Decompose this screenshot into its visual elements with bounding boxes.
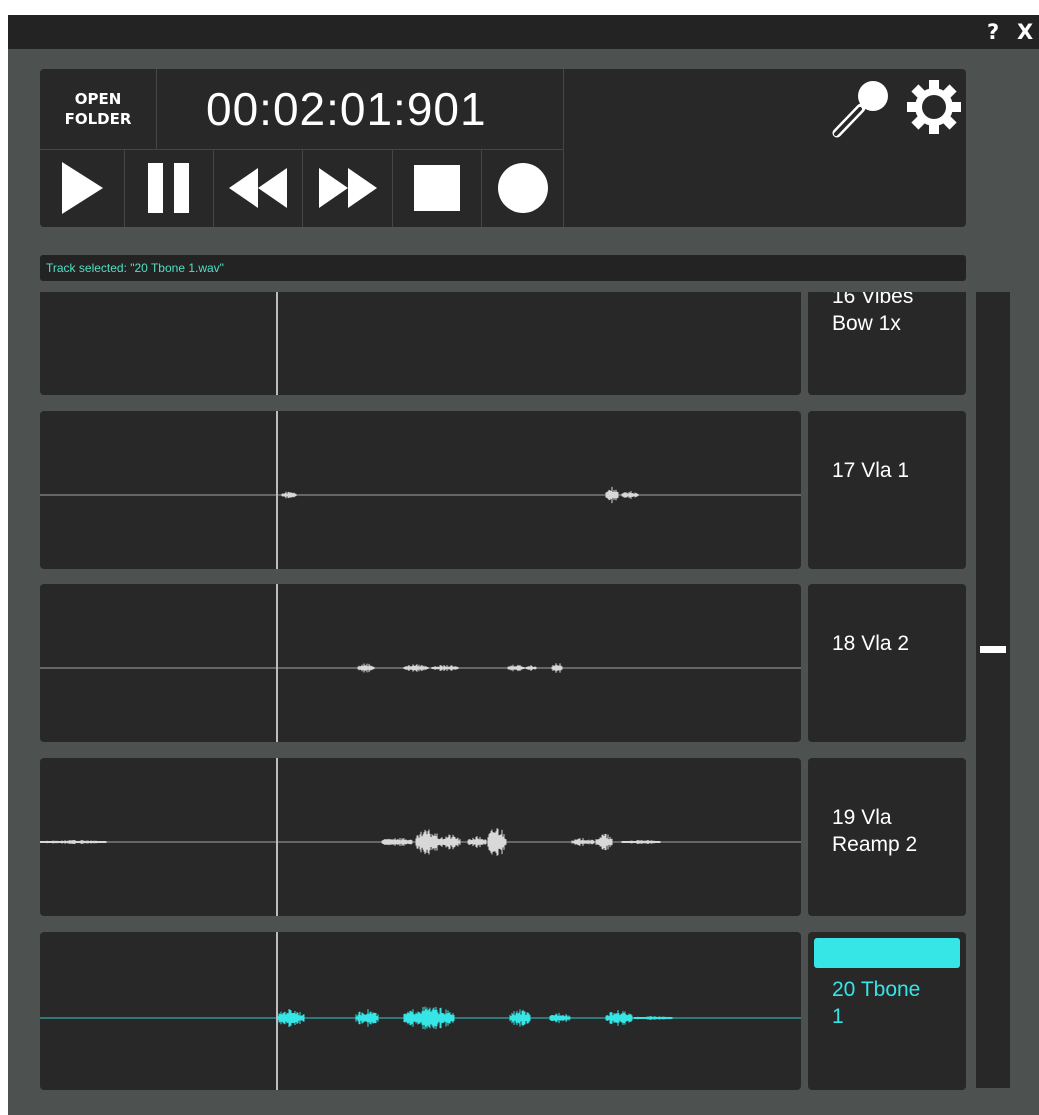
waveform-graphic: [40, 411, 801, 569]
track-label-panel[interactable]: 16 Vibes Bow 1x: [808, 292, 966, 395]
track-list: 16 Vibes Bow 1x 17 Vla 1 18 Vla 2 19 Vla…: [8, 292, 978, 1092]
transport-panel: OPEN FOLDER 00:02:01:901: [40, 69, 966, 227]
app-window: ? X OPEN FOLDER 00:02:01:901 Track selec…: [8, 15, 1039, 1115]
pause-button[interactable]: [125, 149, 213, 227]
divider: [563, 69, 564, 227]
track-row: 19 Vla Reamp 2: [40, 758, 966, 916]
track-row: 17 Vla 1: [40, 411, 966, 569]
fast-forward-icon: [318, 168, 377, 208]
track-name: 19 Vla Reamp 2: [832, 806, 918, 856]
track-label-panel[interactable]: 17 Vla 1: [808, 411, 966, 569]
track-row-selected: 20 Tbone 1: [40, 932, 966, 1090]
rewind-icon: [229, 168, 287, 208]
track-waveform[interactable]: [40, 411, 801, 569]
waveform-graphic: [40, 758, 801, 916]
open-folder-button[interactable]: OPEN FOLDER: [40, 69, 156, 149]
stop-icon: [414, 165, 460, 211]
waveform-graphic: [40, 584, 801, 742]
selected-indicator: [814, 938, 960, 968]
help-button[interactable]: ?: [987, 18, 999, 46]
waveform-graphic: [276, 292, 278, 395]
close-button[interactable]: X: [1017, 18, 1033, 46]
track-name: 20 Tbone 1: [832, 978, 921, 1028]
track-name: 16 Vibes Bow 1x: [832, 292, 914, 335]
record-button[interactable]: [482, 149, 563, 227]
play-icon: [62, 162, 103, 214]
track-waveform[interactable]: [40, 292, 801, 395]
record-icon: [497, 163, 548, 213]
track-label-panel[interactable]: 18 Vla 2: [808, 584, 966, 742]
waveform-graphic: [40, 932, 801, 1090]
track-name: 18 Vla 2: [832, 632, 910, 655]
scrollbar-thumb[interactable]: [980, 646, 1006, 653]
pause-icon: [148, 163, 189, 213]
settings-button[interactable]: [906, 79, 962, 135]
title-bar: ? X: [8, 15, 1039, 49]
track-label-panel[interactable]: 19 Vla Reamp 2: [808, 758, 966, 916]
divider: [156, 69, 157, 149]
microphone-icon: [832, 81, 888, 138]
track-waveform[interactable]: [40, 932, 801, 1090]
track-waveform[interactable]: [40, 758, 801, 916]
fast-forward-button[interactable]: [303, 149, 392, 227]
timecode-display: 00:02:01:901: [206, 83, 487, 135]
vertical-scrollbar[interactable]: [976, 292, 1010, 1088]
stop-button[interactable]: [393, 149, 481, 227]
play-button[interactable]: [40, 149, 124, 227]
rewind-button[interactable]: [214, 149, 302, 227]
track-label-panel[interactable]: 20 Tbone 1: [808, 932, 966, 1090]
status-bar: Track selected: "20 Tbone 1.wav": [40, 255, 966, 281]
microphone-button[interactable]: [831, 78, 891, 138]
track-waveform[interactable]: [40, 584, 801, 742]
track-row: 18 Vla 2: [40, 584, 966, 742]
track-name: 17 Vla 1: [832, 459, 910, 482]
track-row: 16 Vibes Bow 1x: [40, 292, 966, 395]
gear-icon: [907, 80, 961, 134]
